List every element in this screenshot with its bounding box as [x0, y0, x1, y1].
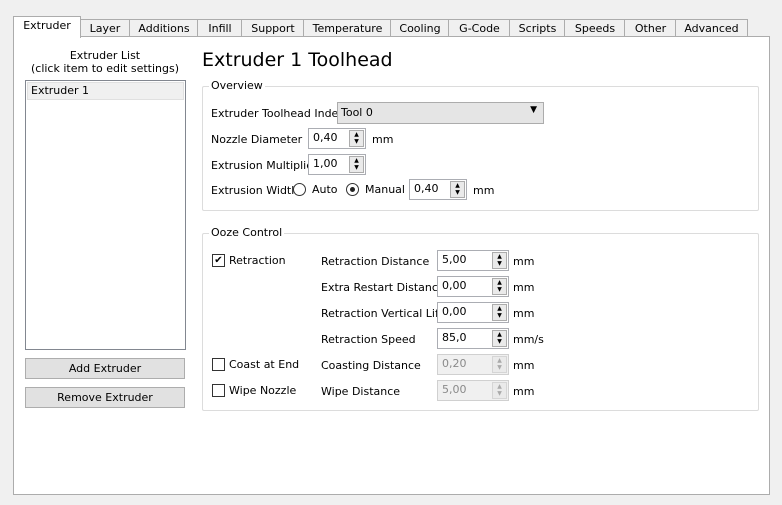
tab-layer[interactable]: Layer — [79, 19, 131, 37]
coast-at-end-label: Coast at End — [229, 358, 300, 371]
unit-label: mm — [473, 184, 495, 197]
retraction-checkbox[interactable]: ✔ — [212, 254, 225, 267]
field-label: Coasting Distance — [321, 359, 421, 372]
unit-label: mm — [513, 385, 535, 398]
spin-arrows-icon[interactable]: ▲ ▼ — [492, 278, 507, 295]
add-extruder-button[interactable]: Add Extruder — [25, 358, 185, 379]
tab-support[interactable]: Support — [241, 19, 305, 37]
list-item[interactable]: Extruder 1 — [27, 82, 184, 100]
tab-advanced[interactable]: Advanced — [675, 19, 748, 37]
spin-arrows-icon[interactable]: ▲ ▼ — [492, 252, 507, 269]
toolhead-index-select[interactable]: Tool 0 ▼ — [337, 102, 544, 124]
coasting-distance-spinbox[interactable]: 0,20 ▲ ▼ — [437, 354, 509, 375]
field-label: Retraction Vertical Lift — [321, 307, 443, 320]
unit-label: mm — [513, 281, 535, 294]
tab-temperature[interactable]: Temperature — [303, 19, 392, 37]
tab-speeds[interactable]: Speeds — [564, 19, 626, 37]
unit-label: mm/s — [513, 333, 544, 346]
coast-at-end-checkbox[interactable] — [212, 358, 225, 371]
tab-other[interactable]: Other — [624, 19, 677, 37]
manual-label: Manual — [365, 183, 405, 196]
extrusion-multiplier-spinbox[interactable]: 1,00 ▲ ▼ — [308, 154, 366, 175]
manual-radio[interactable] — [346, 183, 359, 196]
spin-arrows-icon[interactable]: ▲ ▼ — [492, 330, 507, 347]
spin-arrows-icon[interactable]: ▲ ▼ — [492, 356, 507, 373]
selected-value: Tool 0 — [341, 106, 373, 119]
tab-scripts[interactable]: Scripts — [509, 19, 566, 37]
extra-restart-distance-spinbox[interactable]: 0,00 ▲ ▼ — [437, 276, 509, 297]
tab-additions[interactable]: Additions — [129, 19, 199, 37]
ooze-control-group: Ooze Control ✔ Retraction Coast at End W… — [202, 226, 759, 411]
retraction-label: Retraction — [229, 254, 286, 267]
page-title: Extruder 1 Toolhead — [202, 49, 393, 71]
tab-gcode[interactable]: G-Code — [448, 19, 511, 37]
toolhead-index-label: Extruder Toolhead Index — [211, 107, 345, 120]
retraction-distance-spinbox[interactable]: 5,00 ▲ ▼ — [437, 250, 509, 271]
overview-group: Overview Extruder Toolhead Index Tool 0 … — [202, 79, 759, 211]
unit-label: mm — [513, 255, 535, 268]
field-label: Retraction Distance — [321, 255, 430, 268]
unit-label: mm — [372, 133, 394, 146]
extruder-list[interactable]: Extruder 1 — [25, 80, 186, 350]
nozzle-diameter-label: Nozzle Diameter — [211, 133, 303, 146]
field-label: Extra Restart Distance — [321, 281, 445, 294]
spin-arrows-icon[interactable]: ▲ ▼ — [450, 181, 465, 198]
extrusion-width-label: Extrusion Width — [211, 184, 299, 197]
tab-cooling[interactable]: Cooling — [390, 19, 450, 37]
extruder-list-title: Extruder List (click item to edit setting… — [30, 49, 180, 75]
remove-extruder-button[interactable]: Remove Extruder — [25, 387, 185, 408]
tab-extruder[interactable]: Extruder — [13, 16, 81, 38]
chevron-down-icon: ▼ — [530, 105, 537, 115]
unit-label: mm — [513, 359, 535, 372]
extrusion-width-spinbox[interactable]: 0,40 ▲ ▼ — [409, 179, 467, 200]
tab-infill[interactable]: Infill — [197, 19, 243, 37]
extruder-tab-panel: Extruder List (click item to edit setting… — [13, 36, 770, 495]
wipe-nozzle-label: Wipe Nozzle — [229, 384, 297, 397]
group-title: Overview — [209, 79, 265, 92]
wipe-nozzle-checkbox[interactable] — [212, 384, 225, 397]
spin-arrows-icon[interactable]: ▲ ▼ — [492, 304, 507, 321]
group-title: Ooze Control — [209, 226, 285, 239]
field-label: Retraction Speed — [321, 333, 416, 346]
field-label: Wipe Distance — [321, 385, 401, 398]
spin-arrows-icon[interactable]: ▲ ▼ — [349, 156, 364, 173]
auto-radio[interactable] — [293, 183, 306, 196]
wipe-distance-spinbox[interactable]: 5,00 ▲ ▼ — [437, 380, 509, 401]
unit-label: mm — [513, 307, 535, 320]
retraction-vertical-lift-spinbox[interactable]: 0,00 ▲ ▼ — [437, 302, 509, 323]
spin-arrows-icon[interactable]: ▲ ▼ — [492, 382, 507, 399]
auto-label: Auto — [312, 183, 338, 196]
nozzle-diameter-spinbox[interactable]: 0,40 ▲ ▼ — [308, 128, 366, 149]
extrusion-multiplier-label: Extrusion Multiplier — [211, 159, 318, 172]
retraction-speed-spinbox[interactable]: 85,0 ▲ ▼ — [437, 328, 509, 349]
spin-arrows-icon[interactable]: ▲ ▼ — [349, 130, 364, 147]
